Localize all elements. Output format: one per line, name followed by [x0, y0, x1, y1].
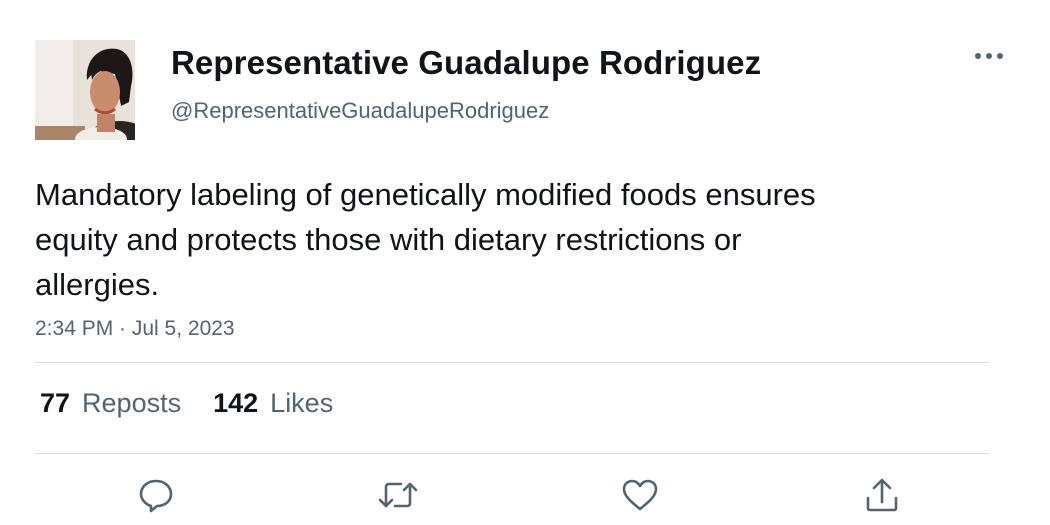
reply-icon — [139, 479, 173, 513]
reposts-label: Reposts — [82, 388, 182, 418]
like-button[interactable] — [618, 475, 662, 515]
tweet-timestamp[interactable]: 2:34 PM · Jul 5, 2023 — [35, 317, 235, 341]
likes-count: 142 — [213, 388, 259, 418]
more-options-button[interactable] — [970, 44, 1008, 68]
author-handle[interactable]: @RepresentativeGuadalupeRodriguez — [171, 98, 549, 124]
share-icon — [866, 478, 898, 512]
tweet-card: Representative Guadalupe Rodriguez @Repr… — [0, 0, 1050, 525]
reply-button[interactable] — [134, 475, 178, 515]
divider — [35, 453, 989, 454]
reposts-count: 77 — [40, 388, 71, 418]
engagement-stats: 77 Reposts 142 Likes — [40, 388, 333, 419]
likes-label: Likes — [270, 388, 334, 418]
like-icon — [622, 479, 658, 511]
more-icon — [975, 53, 1003, 59]
avatar[interactable] — [35, 40, 135, 140]
divider — [35, 362, 989, 363]
repost-icon — [378, 482, 418, 508]
share-button[interactable] — [860, 475, 904, 515]
author-display-name[interactable]: Representative Guadalupe Rodriguez — [171, 44, 761, 82]
avatar-photo — [35, 40, 135, 140]
reposts-stat[interactable]: 77 Reposts — [40, 388, 181, 419]
likes-stat[interactable]: 142 Likes — [213, 388, 333, 419]
tweet-text: Mandatory labeling of genetically modifi… — [35, 177, 816, 302]
repost-button[interactable] — [376, 475, 420, 515]
